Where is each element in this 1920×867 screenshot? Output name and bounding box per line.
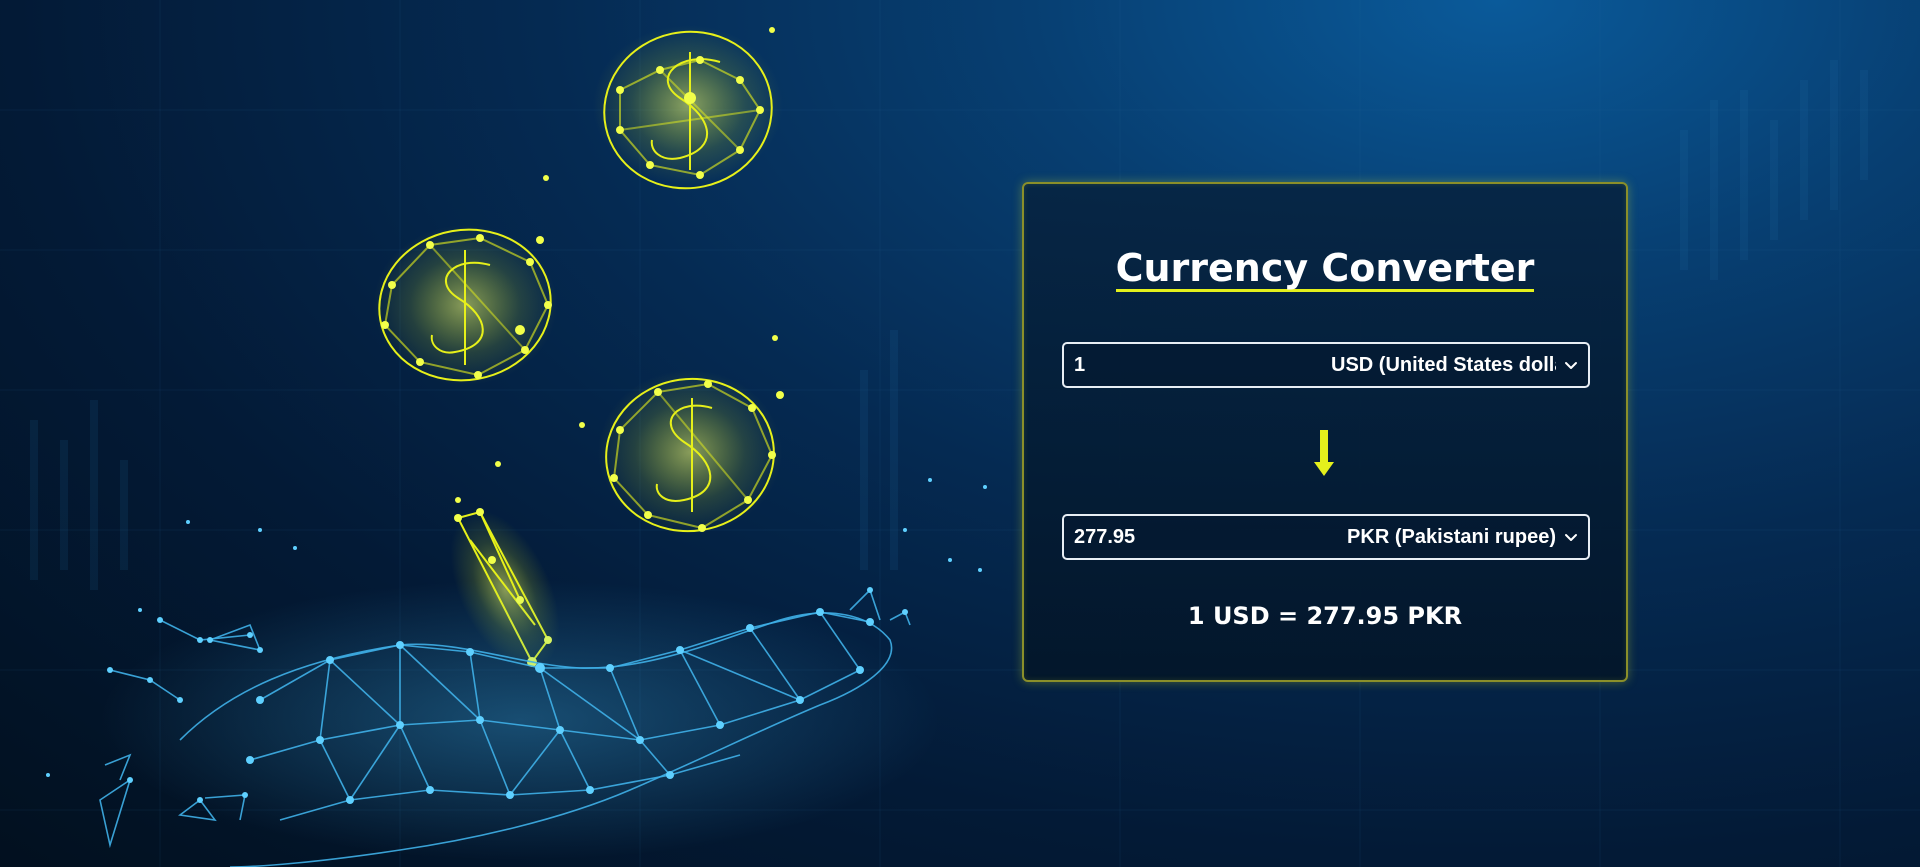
exchange-rate-text: 1 USD = 277.95 PKR	[1187, 602, 1463, 630]
to-amount-input[interactable]	[1064, 524, 1276, 550]
to-currency-select[interactable]: PKR (Pakistani rupee)	[1276, 516, 1588, 558]
page-title: Currency Converter	[1115, 246, 1535, 292]
to-currency-field: PKR (Pakistani rupee)	[1062, 514, 1590, 560]
to-currency-label: PKR (Pakistani rupee)	[1347, 525, 1556, 548]
from-currency-label: USD (United States dollar)	[1331, 353, 1556, 376]
background-illustration	[0, 0, 1920, 867]
arrow-down-icon	[1314, 430, 1334, 476]
from-currency-select[interactable]: USD (United States dollar)	[1276, 344, 1588, 386]
converter-card: Currency Converter USD (United States do…	[1022, 182, 1628, 682]
from-currency-field: USD (United States dollar)	[1062, 342, 1590, 388]
coin-icon	[373, 225, 557, 385]
from-amount-input[interactable]	[1064, 352, 1276, 378]
chevron-down-icon	[1565, 362, 1577, 369]
chevron-down-icon	[1565, 534, 1577, 541]
